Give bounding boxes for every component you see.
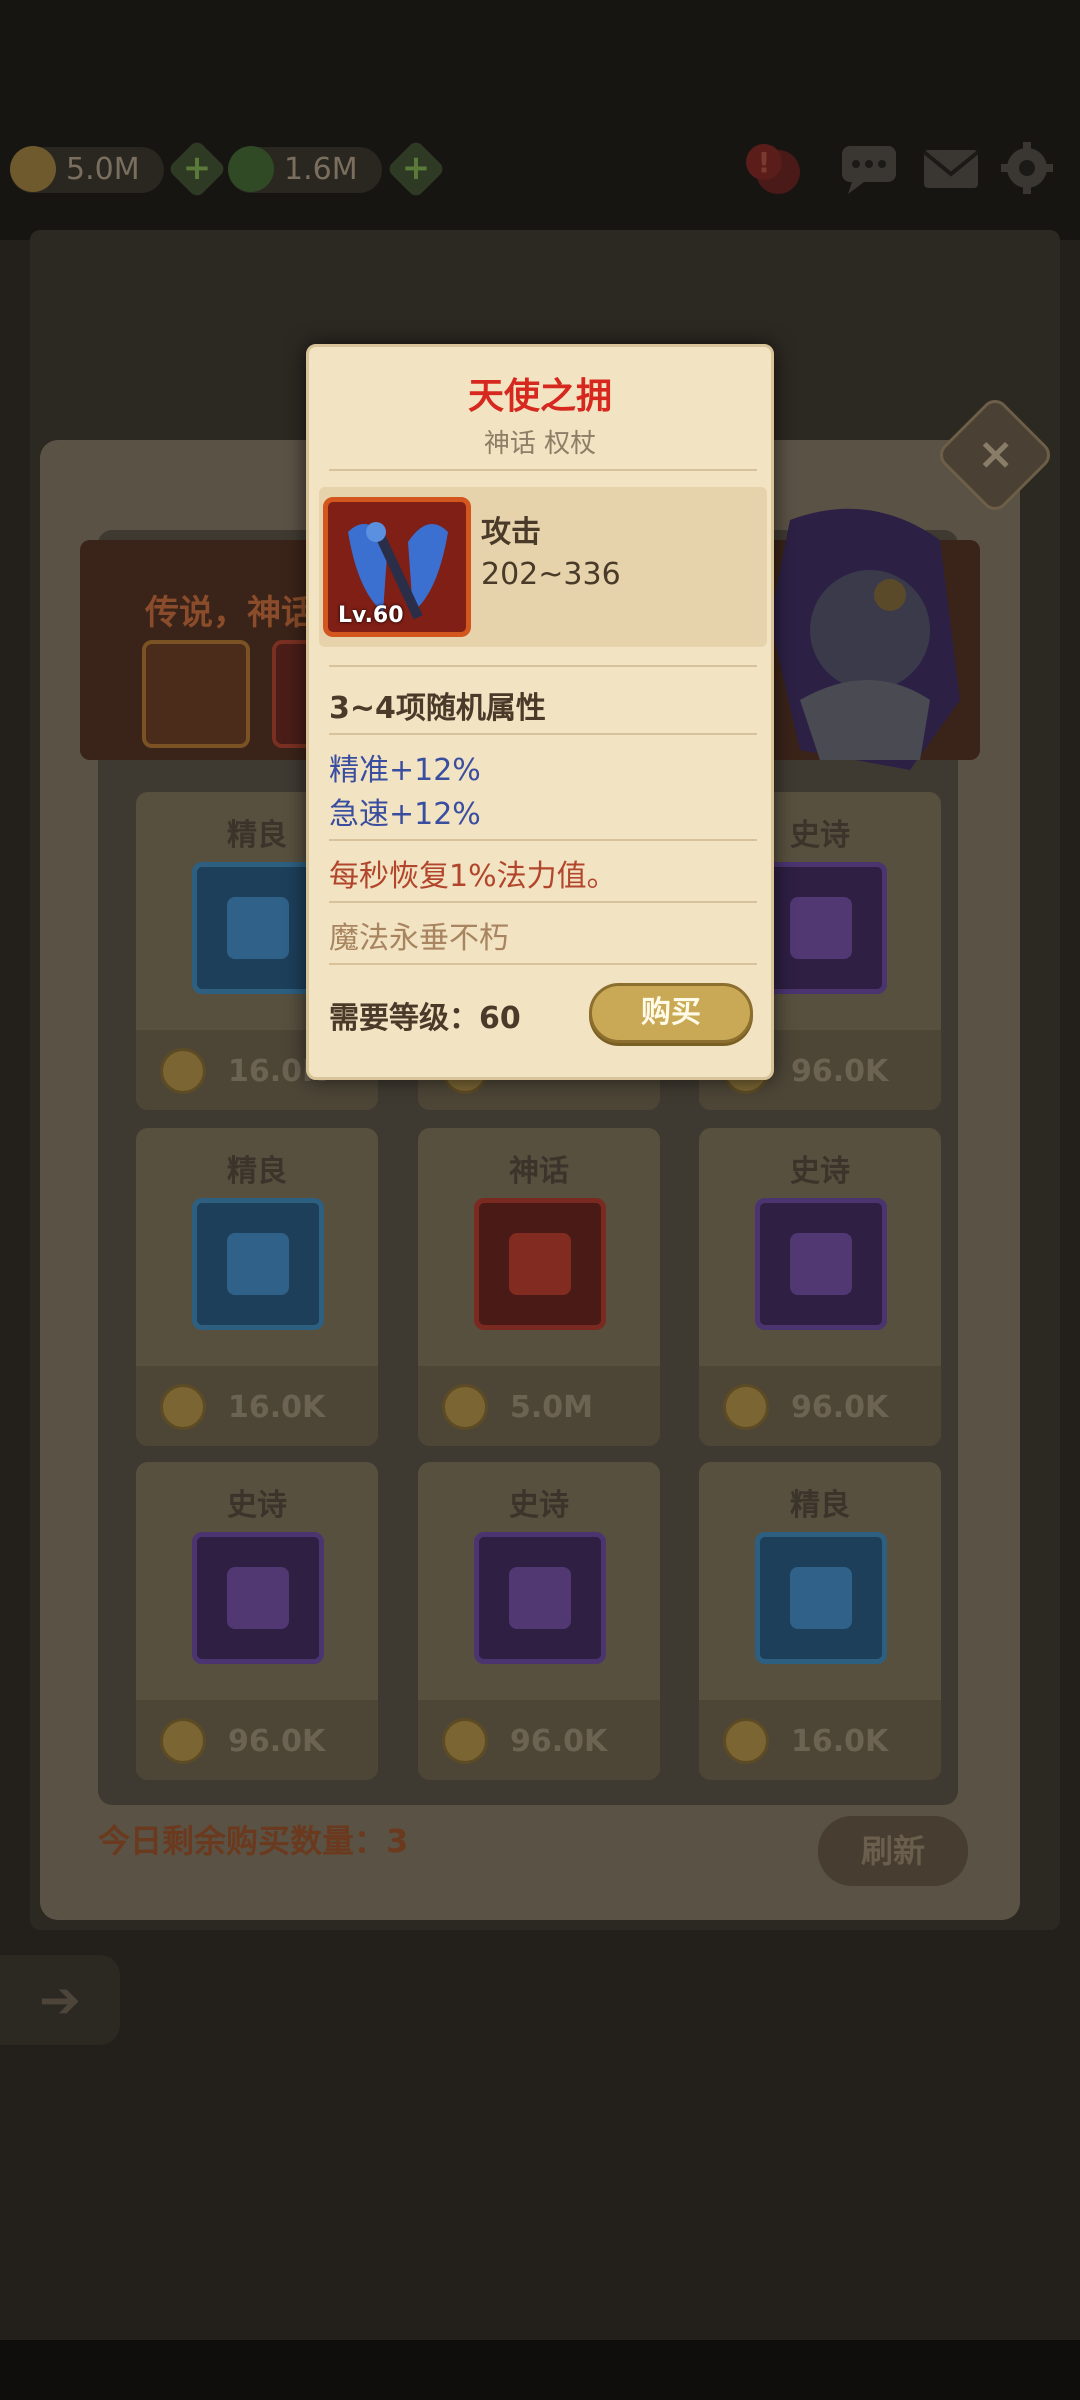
gold-coin-icon [10, 146, 56, 192]
mail-icon[interactable] [920, 140, 982, 196]
item-icon [755, 862, 887, 994]
required-level: 需要等级：60 [329, 1001, 521, 1036]
remaining-purchases-label: 今日剩余购买数量：3 [98, 1822, 409, 1860]
item-price: 96.0K [791, 1054, 889, 1089]
gold-coin-icon [723, 1718, 769, 1764]
item-rarity: 精良 [790, 1488, 850, 1523]
side-expand-button[interactable]: ➔ [0, 1955, 120, 2045]
attribute-precision: 精准+12% [329, 753, 481, 788]
item-price: 96.0K [791, 1390, 889, 1425]
arrow-right-icon: ➔ [39, 1971, 81, 2029]
refresh-button[interactable]: 刷新 [818, 1816, 968, 1886]
chat-icon[interactable] [838, 140, 900, 196]
settings-gear-icon[interactable] [996, 140, 1058, 196]
gold-coin-icon [160, 1384, 206, 1430]
gold-coin-icon [160, 1718, 206, 1764]
event-alert-icon[interactable]: ! [744, 140, 806, 196]
banner-text: 传说，神话 [145, 593, 315, 633]
merchant-character-icon [770, 508, 960, 770]
item-icon [474, 1532, 606, 1664]
item-rarity: 精良 [227, 1154, 287, 1189]
shop-item-card[interactable]: 史诗 96.0K [136, 1462, 378, 1780]
item-rarity: 史诗 [790, 1154, 850, 1189]
flavor-text: 魔法永垂不朽 [329, 921, 509, 956]
item-price: 16.0K [228, 1390, 326, 1425]
shop-item-card[interactable]: 史诗 96.0K [699, 1128, 941, 1446]
plus-icon: + [401, 148, 431, 188]
add-gem-button[interactable]: + [386, 139, 446, 199]
item-level-badge: Lv.60 [338, 603, 404, 628]
special-effect: 每秒恢复1%法力值。 [329, 859, 617, 894]
item-price: 5.0M [510, 1390, 593, 1425]
gold-coin-icon [723, 1384, 769, 1430]
gem-resource: 1.6M [228, 140, 382, 200]
banner-item-staff-icon [142, 640, 250, 748]
gold-resource: 5.0M [10, 140, 164, 200]
gold-coin-icon [160, 1048, 206, 1094]
stat-label: 攻击 [481, 515, 541, 550]
divider [329, 839, 757, 841]
gold-coin-icon [442, 1718, 488, 1764]
divider [329, 963, 757, 965]
item-rarity: 史诗 [227, 1488, 287, 1523]
shop-item-card[interactable]: 神话 5.0M [418, 1128, 660, 1446]
top-bar: 5.0M + 1.6M + ! [0, 0, 1080, 240]
item-price: 96.0K [510, 1724, 608, 1759]
divider [329, 733, 757, 735]
add-gold-button[interactable]: + [167, 139, 227, 199]
item-icon [192, 1532, 324, 1664]
item-name: 天使之拥 [467, 376, 612, 417]
item-icon [474, 1198, 606, 1330]
item-rarity: 神话 [509, 1154, 569, 1189]
shop-item-card[interactable]: 史诗 96.0K [418, 1462, 660, 1780]
close-icon: × [977, 428, 1015, 480]
stat-value: 202~336 [481, 557, 621, 592]
divider [329, 901, 757, 903]
item-price: 96.0K [228, 1724, 326, 1759]
divider [329, 665, 757, 667]
item-icon [192, 1198, 324, 1330]
item-rarity: 史诗 [509, 1488, 569, 1523]
divider [329, 469, 757, 471]
random-attributes-label: 3~4项随机属性 [329, 691, 546, 726]
item-detail-popup: 天使之拥 神话 权杖 Lv.60 攻击 202~336 3~4项随机属性 精准+… [306, 344, 774, 1080]
angel-embrace-staff-icon: Lv.60 [323, 497, 471, 637]
item-icon [755, 1532, 887, 1664]
svg-text:!: ! [758, 146, 771, 179]
leaf-gem-icon [228, 146, 274, 192]
plus-icon: + [182, 148, 212, 188]
shop-item-card[interactable]: 精良 16.0K [136, 1128, 378, 1446]
item-price: 16.0K [791, 1724, 889, 1759]
bottom-strip [0, 2340, 1080, 2400]
gold-coin-icon [442, 1384, 488, 1430]
item-type: 神话 权杖 [483, 429, 597, 459]
item-icon [192, 862, 324, 994]
attribute-haste: 急速+12% [329, 797, 481, 832]
shop-item-card[interactable]: 精良 16.0K [699, 1462, 941, 1780]
buy-button[interactable]: 购买 [589, 983, 753, 1043]
item-icon [755, 1198, 887, 1330]
